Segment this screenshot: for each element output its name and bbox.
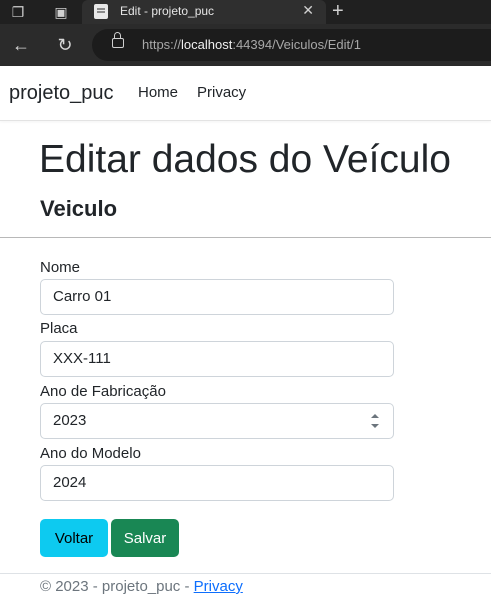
ano-modelo-label: Ano do Modelo bbox=[40, 445, 141, 462]
footer-divider bbox=[0, 573, 491, 574]
nome-input[interactable]: Carro 01 bbox=[40, 279, 394, 315]
ano-modelo-input[interactable]: 2024 bbox=[40, 465, 394, 501]
number-spinner-icon[interactable] bbox=[371, 413, 379, 429]
placa-input[interactable]: XXX-111 bbox=[40, 341, 394, 377]
brand-link[interactable]: projeto_puc bbox=[9, 82, 114, 105]
app-navbar: projeto_puc Home Privacy bbox=[0, 66, 491, 121]
tab-actions-icon[interactable]: ▣ bbox=[51, 2, 71, 22]
ano-fabricacao-value: 2023 bbox=[53, 412, 87, 429]
reload-icon[interactable]: ↻ bbox=[54, 34, 76, 56]
page-favicon-icon bbox=[94, 4, 108, 19]
page-title: Editar dados do Veículo bbox=[39, 138, 451, 181]
url-field[interactable]: https://localhost:44394/Veiculos/Edit/1 bbox=[92, 29, 491, 61]
nav-link-home[interactable]: Home bbox=[138, 84, 178, 101]
browser-address-bar: ← ↻ https://localhost:44394/Veiculos/Edi… bbox=[0, 24, 491, 66]
browser-tab-strip: ❐ ▣ Edit - projeto_puc ✕ + bbox=[0, 0, 491, 24]
nome-label: Nome bbox=[40, 259, 81, 276]
new-tab-icon[interactable]: + bbox=[332, 0, 344, 22]
tab-title: Edit - projeto_puc bbox=[120, 4, 215, 18]
workspaces-icon[interactable]: ❐ bbox=[8, 2, 28, 22]
divider bbox=[0, 237, 491, 238]
browser-tab-active[interactable]: Edit - projeto_puc ✕ bbox=[82, 0, 326, 24]
url-text: https://localhost:44394/Veiculos/Edit/1 bbox=[142, 37, 361, 52]
nav-link-privacy[interactable]: Privacy bbox=[197, 84, 246, 101]
ano-fabricacao-label: Ano de Fabricação bbox=[40, 383, 166, 400]
back-button[interactable]: Voltar bbox=[40, 519, 108, 557]
section-title: Veiculo bbox=[40, 196, 118, 221]
tab-close-icon[interactable]: ✕ bbox=[302, 2, 314, 19]
footer-text: © 2023 - projeto_puc - bbox=[40, 578, 194, 595]
save-button[interactable]: Salvar bbox=[111, 519, 179, 557]
ano-fabricacao-input[interactable]: 2023 bbox=[40, 403, 394, 439]
footer: © 2023 - projeto_puc - Privacy bbox=[40, 578, 243, 595]
lock-icon bbox=[112, 32, 124, 48]
placa-label: Placa bbox=[40, 320, 78, 337]
footer-privacy-link[interactable]: Privacy bbox=[194, 578, 243, 595]
back-arrow-icon[interactable]: ← bbox=[10, 34, 32, 56]
